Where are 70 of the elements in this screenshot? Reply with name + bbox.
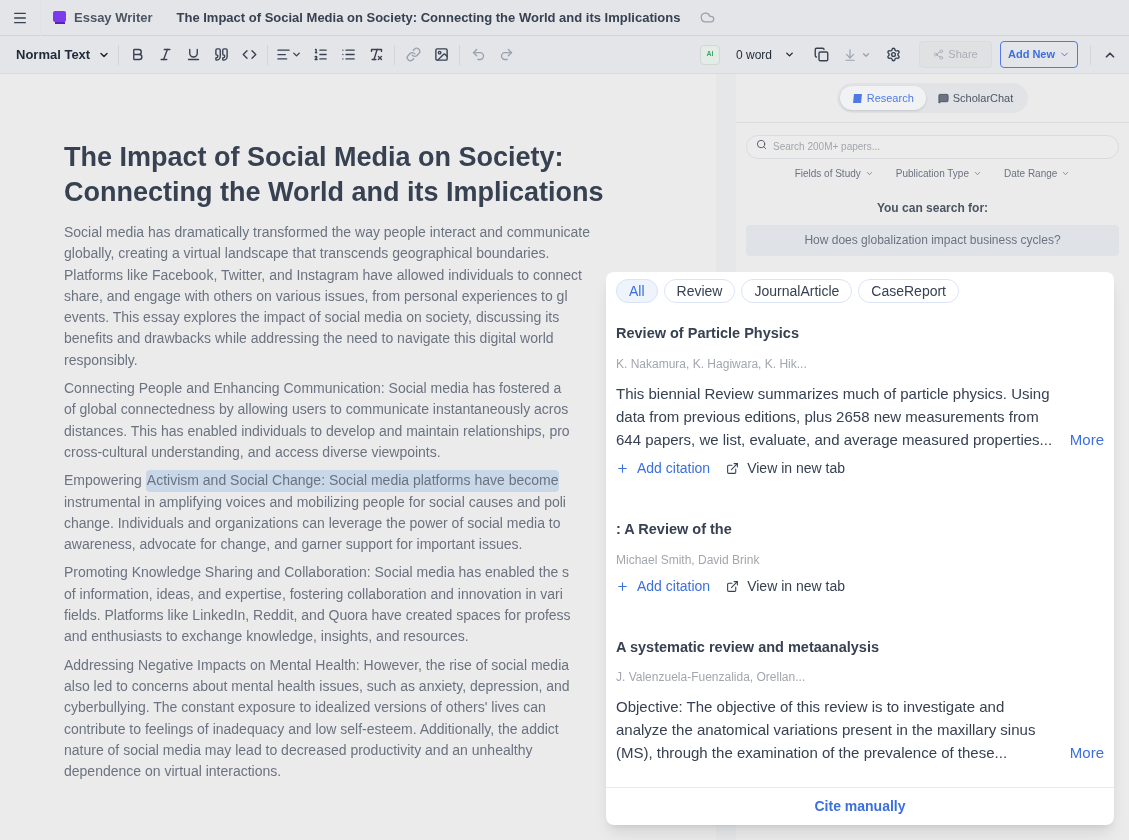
filter-dropdown[interactable]: Date Range (1004, 165, 1071, 181)
result-authors: K. Nakamura, K. Hagiwara, K. Hik... (616, 355, 808, 373)
paragraph-line: Promoting Knowledge Sharing and Collaboration: Social media has enabled the s (64, 563, 570, 583)
paragraph-line: Platforms like Facebook, Twitter, and Instagram have allowed individuals to connect (64, 265, 582, 285)
panel-tab[interactable]: Research (839, 86, 926, 110)
filter-dropdown[interactable]: Publication Type (895, 165, 982, 181)
suggestion-chip[interactable]: How does globalization impact business cycles? (746, 224, 1119, 256)
result-abstract: Objective: The objective of this review is to investigate and analyze the anatomical variations present in the maxillary sinus (MS), through the examination of the prevalence of these... (616, 697, 1037, 764)
paragraph-line: benefits and drawbacks while addressing the need to navigate this digital world (64, 329, 554, 349)
add-new-button[interactable]: Add New (1000, 41, 1078, 68)
book-icon (851, 92, 863, 104)
filter-chip[interactable]: All (616, 279, 658, 303)
result-abstract: This biennial Review summarizes much of particle physics. Using data from previous editions, plus 2658 new measurements from 644 papers, we list, evaluate, and average measured properties... (616, 383, 1054, 450)
paragraph-line: events. This essay explores the impact of social media on society, discussing its (64, 308, 560, 328)
paragraph-line: of information, ideas, and expertise, fostering collaboration and innovation in vari (64, 584, 563, 604)
view-in-new-tab-link[interactable]: View in new tab (726, 457, 845, 479)
chat-icon (937, 92, 949, 104)
paragraph-line: awareness, advocate for change, and garner support for important issues. (64, 535, 523, 555)
paragraph-line: responsibly. (64, 350, 138, 370)
panel-tab[interactable]: ScholarChat (925, 86, 1026, 110)
search-icon (756, 139, 767, 150)
paragraph-line: distances. This has enabled individuals to develop and maintain relationships, pro (64, 421, 570, 441)
text-style-dropdown[interactable]: Normal Text (16, 44, 111, 65)
paper-search-field[interactable]: Search 200M+ papers... (746, 134, 1119, 159)
plus-icon (616, 579, 629, 593)
paragraph-line: contribute to feelings of inadequacy and low self-esteem. Additionally, the addict (64, 719, 559, 739)
document-heading: The Impact of Social Media on Society: Connecting the World and its Implications (64, 141, 605, 209)
paragraph-line: share, and engage with others on various issues, from personal experiences to gl (64, 286, 568, 306)
download-icon (843, 47, 857, 62)
more-link[interactable]: More (1069, 741, 1104, 765)
document-title: The Impact of Social Media on Society: Connecting the World and its Implications (176, 8, 681, 27)
caret-icon (291, 49, 303, 60)
plus-icon (616, 461, 629, 475)
word-count-dropdown[interactable]: 0 word (735, 45, 795, 64)
app-logo-icon (53, 11, 66, 24)
paragraph-line: change. Individuals and organizations can leverage the power of social media to (64, 513, 561, 533)
result-authors: J. Valenzuela-Fuenzalida, Orellan... (616, 669, 807, 687)
paragraph-line: Addressing Negative Impacts on Mental Health: However, the rise of social media (64, 655, 570, 675)
filter-dropdown[interactable]: Fields of Study (794, 165, 874, 181)
align-left-icon (276, 47, 292, 62)
paragraph-line: dependence on virtual interactions. (64, 762, 282, 782)
add-citation-button[interactable]: Add citation (616, 457, 711, 479)
paragraph-line: cross-cultural understanding, and access diverse viewpoints. (64, 442, 441, 462)
result-title[interactable]: : A Review of the (616, 518, 1104, 541)
result-authors: Michael Smith, David Brink (616, 551, 761, 569)
view-in-new-tab-link[interactable]: View in new tab (726, 575, 845, 597)
cloud-icon (700, 10, 716, 25)
suggestions-heading: You can search for: (875, 199, 990, 217)
external-link-icon (726, 579, 740, 593)
paragraph-line: Connecting People and Enhancing Communication: Social media has fostered a (64, 379, 562, 399)
external-link-icon (726, 461, 740, 475)
add-citation-button[interactable]: Add citation (616, 575, 711, 597)
paragraph-line: fields. Platforms like LinkedIn, Reddit, and Quora have created spaces for profess (64, 606, 571, 626)
cite-manually-button[interactable]: Cite manually (606, 787, 1114, 825)
paragraph-line: Social media has dramatically transformed the way people interact and communicate (64, 223, 591, 242)
paragraph-line: Empowering (64, 471, 142, 491)
paragraph-line: globally, creating a virtual landscape that transcends geographical boundaries. (64, 244, 550, 264)
paragraph-line: instrumental in amplifying voices and mobilizing people for social causes and poli (64, 492, 566, 512)
share-icon (933, 49, 945, 60)
result-title[interactable]: A systematic review and metaanalysis (616, 636, 1104, 659)
paragraph-line: and enthusiasts to exchange knowledge, insights, and resources. (64, 627, 469, 647)
caret-icon (784, 49, 795, 60)
selected-text: Activism and Social Change: Social media platforms have become (145, 470, 560, 492)
paragraph-line: of global connectedness by allowing users to communicate instantaneously acros (64, 400, 569, 420)
more-link[interactable]: More (1069, 427, 1104, 451)
result-title[interactable]: Review of Particle Physics (616, 323, 1104, 345)
paragraph-line: cyberbullying. The constant exposure to idealized versions of others' lives can (64, 698, 546, 718)
paragraph-line: also led to concerns about mental health issues, such as anxiety, depression, and (64, 676, 570, 696)
paragraph-line: nature of social media may lead to decreased productivity and an unhealthy (64, 740, 533, 760)
app-name: Essay Writer (74, 8, 153, 27)
